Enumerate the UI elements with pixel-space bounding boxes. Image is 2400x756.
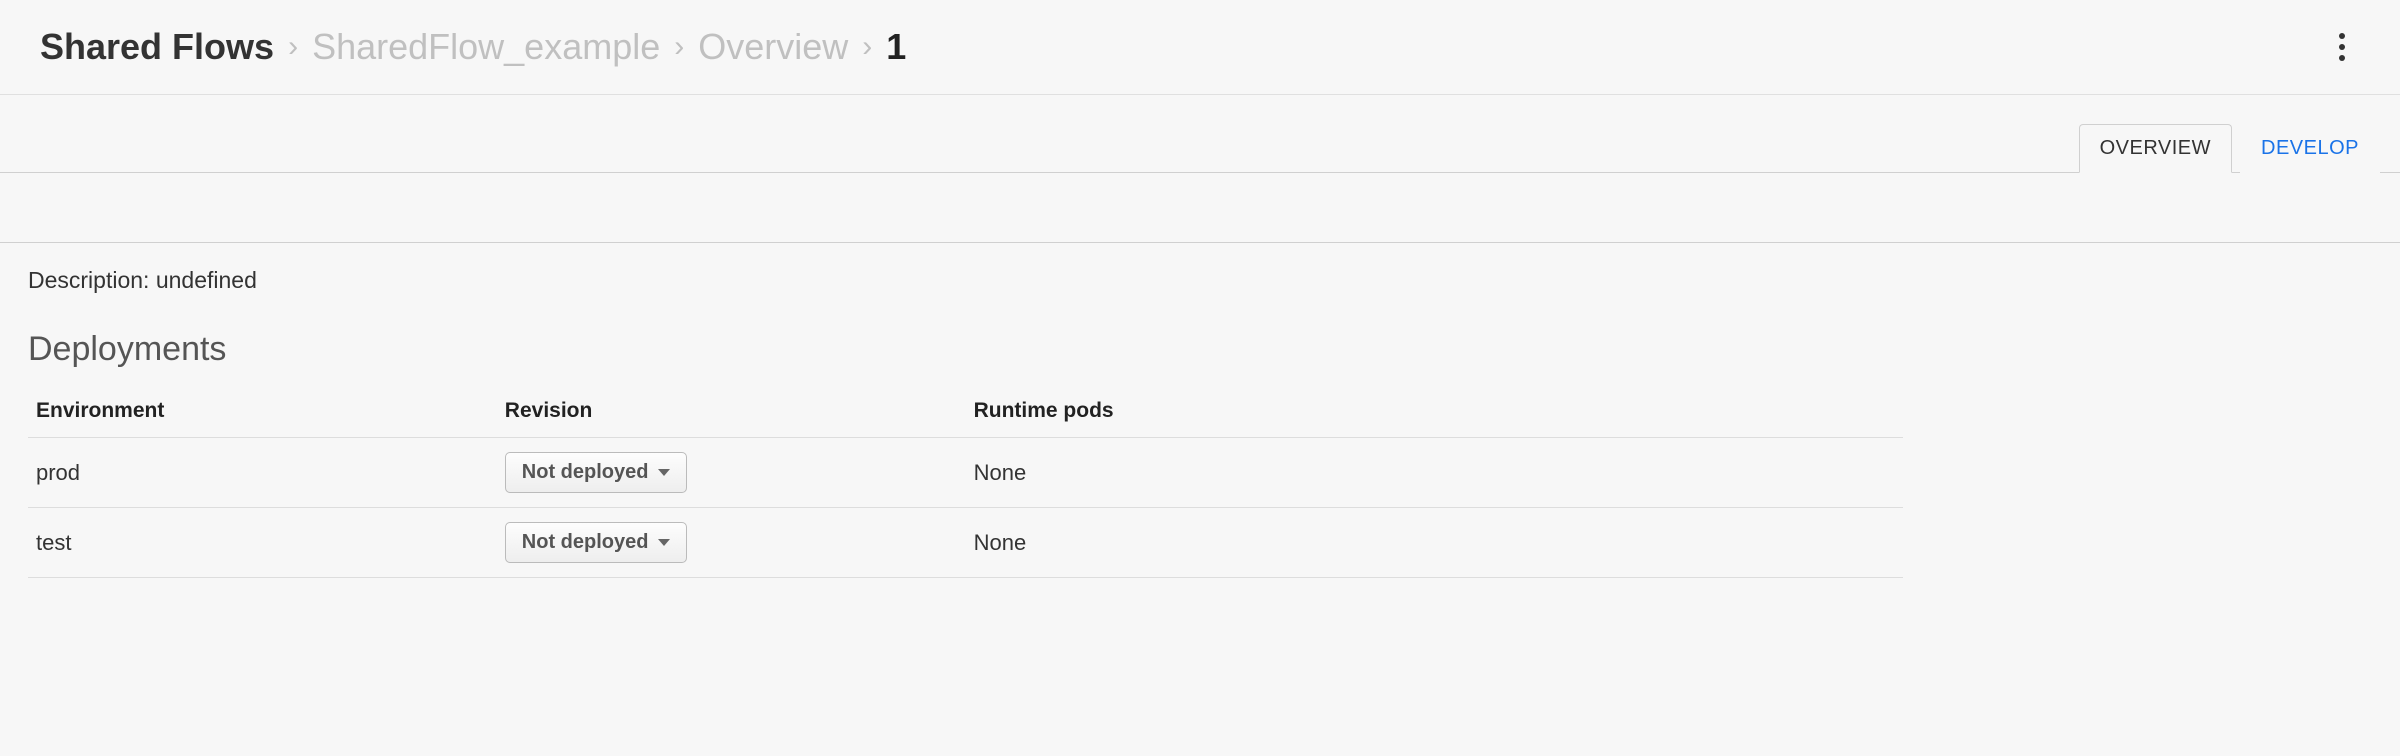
deployments-title: Deployments <box>28 330 2372 369</box>
deployments-table: Environment Revision Runtime pods prod N… <box>28 389 1903 578</box>
tabs: OVERVIEW DEVELOP <box>0 95 2400 173</box>
more-menu-button[interactable] <box>2324 24 2360 70</box>
header-environment: Environment <box>28 389 497 438</box>
chevron-right-icon: › <box>862 30 872 64</box>
caret-down-icon <box>658 539 670 546</box>
description-row: Description: undefined <box>28 267 2372 294</box>
breadcrumb-root[interactable]: Shared Flows <box>40 26 274 68</box>
cell-environment: test <box>28 508 497 578</box>
page-header: Shared Flows › SharedFlow_example › Over… <box>0 0 2400 95</box>
cell-revision: Not deployed <box>497 508 966 578</box>
table-row: test Not deployed None <box>28 508 1903 578</box>
header-revision: Revision <box>497 389 966 438</box>
caret-down-icon <box>658 469 670 476</box>
header-runtime-pods: Runtime pods <box>966 389 1904 438</box>
cell-revision: Not deployed <box>497 438 966 508</box>
table-header-row: Environment Revision Runtime pods <box>28 389 1903 438</box>
cell-runtime-pods: None <box>966 508 1904 578</box>
content-area: Description: undefined Deployments Envir… <box>0 243 2400 602</box>
tab-overview[interactable]: OVERVIEW <box>2079 124 2232 173</box>
chevron-right-icon: › <box>288 30 298 64</box>
breadcrumb: Shared Flows › SharedFlow_example › Over… <box>40 26 906 68</box>
revision-dropdown[interactable]: Not deployed <box>505 452 688 493</box>
chevron-right-icon: › <box>674 30 684 64</box>
cell-runtime-pods: None <box>966 438 1904 508</box>
description-value: undefined <box>156 267 257 293</box>
breadcrumb-current: 1 <box>886 26 906 68</box>
table-row: prod Not deployed None <box>28 438 1903 508</box>
cell-environment: prod <box>28 438 497 508</box>
revision-dropdown-label: Not deployed <box>522 531 649 554</box>
breadcrumb-sharedflow[interactable]: SharedFlow_example <box>312 26 660 68</box>
tab-develop[interactable]: DEVELOP <box>2240 124 2380 173</box>
description-label: Description: <box>28 267 149 293</box>
vertical-dots-icon <box>2338 32 2346 62</box>
revision-dropdown-label: Not deployed <box>522 461 649 484</box>
revision-dropdown[interactable]: Not deployed <box>505 522 688 563</box>
toolbar-spacer <box>0 173 2400 243</box>
breadcrumb-overview[interactable]: Overview <box>698 26 848 68</box>
